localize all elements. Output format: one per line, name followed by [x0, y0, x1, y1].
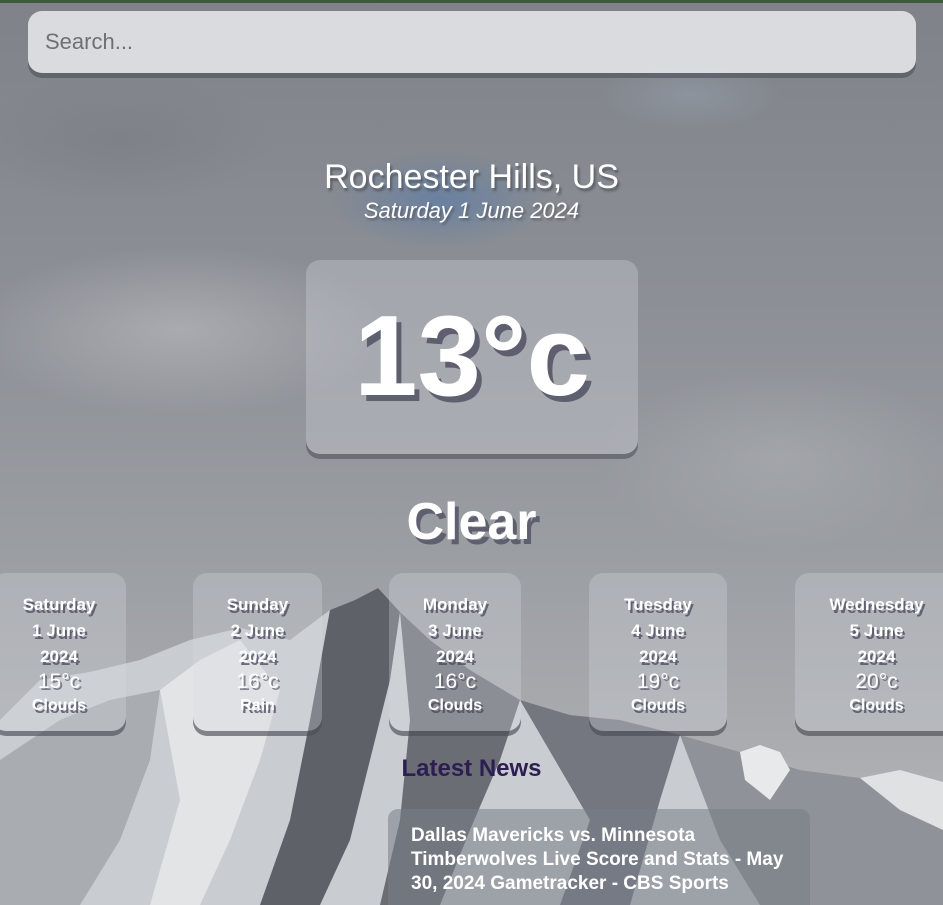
forecast-card-tuesday: Tuesday 4 June 2024 19°c Clouds — [589, 573, 727, 731]
forecast-year: 2024 — [40, 647, 78, 666]
forecast-condition: Clouds — [630, 697, 686, 714]
forecast-condition: Rain — [240, 697, 275, 714]
forecast-year: 2024 — [436, 647, 474, 666]
forecast-temperature: 16°c — [433, 670, 477, 693]
forecast-day: Saturday — [22, 595, 96, 614]
forecast-card-sunday: Sunday 2 June 2024 16°c Rain — [193, 573, 322, 731]
forecast-date: 5 June — [849, 621, 904, 640]
forecast-card-saturday: Saturday 1 June 2024 15°c Clouds — [0, 573, 126, 731]
current-condition: Clear — [406, 493, 537, 551]
forecast-day: Monday — [422, 595, 488, 614]
forecast-card-wednesday: Wednesday 5 June 2024 20°c Clouds — [795, 573, 943, 731]
news-article-title[interactable]: Dallas Mavericks vs. Minnesota Timberwol… — [411, 824, 788, 896]
forecast-temperature: 19°c — [636, 670, 680, 693]
forecast-condition: Clouds — [31, 697, 87, 714]
current-temperature: 13°c — [354, 293, 590, 420]
forecast-year: 2024 — [857, 647, 896, 666]
forecast-temperature: 20°c — [855, 670, 898, 693]
forecast-day: Tuesday — [624, 595, 692, 614]
news-heading: Latest News — [401, 755, 542, 782]
current-temperature-panel: 13°c — [306, 260, 638, 454]
forecast-condition: Clouds — [849, 697, 904, 714]
forecast-date: 2 June — [230, 621, 285, 640]
forecast-day: Wednesday — [829, 595, 924, 614]
forecast-condition: Clouds — [427, 697, 483, 714]
forecast-date: 3 June — [428, 621, 482, 640]
forecast-date: 1 June — [32, 621, 86, 640]
search-bar — [28, 11, 916, 73]
forecast-year: 2024 — [639, 647, 677, 666]
forecast-card-monday: Monday 3 June 2024 16°c Clouds — [389, 573, 521, 731]
forecast-day: Sunday — [226, 595, 289, 614]
forecast-temperature: 16°c — [236, 670, 279, 693]
top-border — [0, 0, 943, 3]
forecast-year: 2024 — [238, 647, 277, 666]
search-input[interactable] — [28, 11, 916, 73]
forecast-date: 4 June — [631, 621, 685, 640]
location-name: Rochester Hills, US — [324, 158, 619, 196]
forecast-temperature: 15°c — [37, 670, 81, 693]
current-date: Saturday 1 June 2024 — [363, 198, 580, 223]
news-article-card[interactable]: Dallas Mavericks vs. Minnesota Timberwol… — [388, 809, 810, 905]
